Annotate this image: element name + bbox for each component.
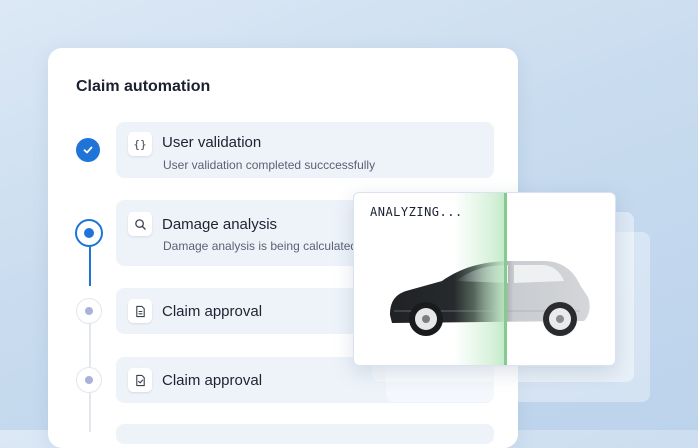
- document-icon: [128, 299, 152, 323]
- scan-highlight: [454, 193, 506, 365]
- step-card-user-validation[interactable]: {} User validation User validation compl…: [116, 122, 494, 178]
- step-label: Claim approval: [162, 372, 263, 389]
- damage-analyzer-preview: ANALYZING...: [353, 192, 616, 366]
- step-current-indicator: [75, 219, 103, 247]
- step-subtitle: Damage analysis is being calculated: [163, 239, 358, 253]
- step-label: User validation: [162, 134, 262, 151]
- scan-line: [504, 193, 507, 365]
- analyzer-status: ANALYZING...: [370, 205, 463, 219]
- step-card-partial: [116, 424, 494, 444]
- document-check-icon: [128, 368, 152, 392]
- step-label: Damage analysis: [162, 216, 278, 233]
- panel-title: Claim automation: [76, 78, 211, 95]
- braces-icon: {}: [128, 132, 152, 156]
- timeline-connector-active: [89, 246, 91, 286]
- step-pending-indicator: [76, 367, 102, 393]
- step-pending-indicator: [76, 298, 102, 324]
- search-icon: [128, 212, 152, 236]
- step-complete-indicator: [76, 138, 100, 162]
- check-icon: [83, 146, 93, 154]
- step-subtitle: User validation completed succcessfully: [163, 158, 376, 172]
- step-label: Claim approval: [162, 303, 263, 320]
